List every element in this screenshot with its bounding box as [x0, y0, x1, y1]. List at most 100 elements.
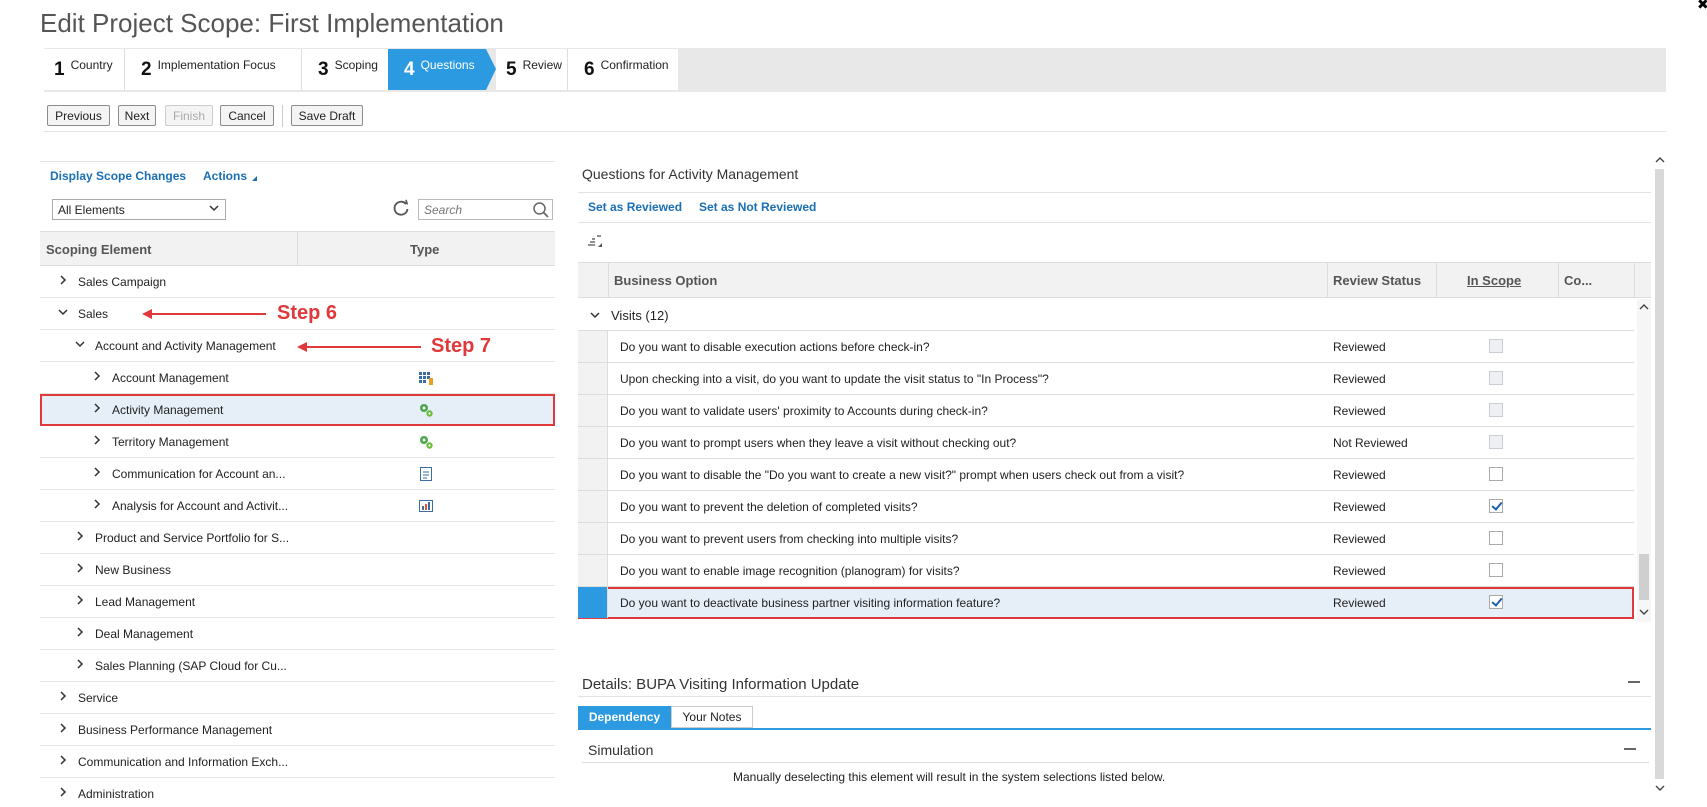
previous-button[interactable]: Previous [47, 105, 110, 126]
row-selector[interactable] [578, 491, 608, 522]
collapse-icon[interactable] [1624, 748, 1636, 750]
tree-row[interactable]: Lead Management [40, 586, 555, 618]
question-row[interactable]: Do you want to prevent the deletion of c… [578, 491, 1634, 523]
in-scope-checkbox[interactable] [1489, 499, 1503, 513]
chevron-right-icon[interactable] [75, 659, 85, 669]
scroll-thumb[interactable] [1639, 554, 1649, 600]
question-text: Do you want to disable the "Do you want … [620, 468, 1185, 482]
set-as-not-reviewed-link[interactable]: Set as Not Reviewed [699, 200, 816, 214]
wizard-step-review[interactable]: 5 Review [496, 49, 567, 90]
set-as-reviewed-link[interactable]: Set as Reviewed [588, 200, 682, 214]
tree-row[interactable]: Sales Campaign [40, 266, 555, 298]
tree-row[interactable]: Account Management [40, 362, 555, 394]
search-field[interactable] [418, 199, 553, 220]
tree-row[interactable]: Deal Management [40, 618, 555, 650]
col-header-comments[interactable]: Co... [1564, 273, 1592, 288]
tree-row[interactable]: Business Performance Management [40, 714, 555, 746]
chevron-right-icon[interactable] [58, 755, 68, 765]
close-icon[interactable]: ✖ [1697, 0, 1707, 13]
in-scope-checkbox[interactable] [1489, 563, 1503, 577]
question-row[interactable]: Do you want to disable the "Do you want … [578, 459, 1634, 491]
row-selector[interactable] [578, 331, 608, 362]
tree-row[interactable]: Analysis for Account and Activit... [40, 490, 555, 522]
scroll-down-icon[interactable] [1655, 783, 1665, 793]
tab-dependency[interactable]: Dependency [578, 706, 671, 728]
tree-row[interactable]: Administration [40, 778, 555, 807]
tree-row[interactable]: Activity Management [40, 394, 555, 426]
row-selector[interactable] [578, 459, 608, 490]
tree-row[interactable]: Communication and Information Exch... [40, 746, 555, 778]
tree-row[interactable]: Communication for Account an... [40, 458, 555, 490]
cancel-button[interactable]: Cancel [220, 105, 274, 126]
question-row[interactable]: Upon checking into a visit, do you want … [578, 363, 1634, 395]
chevron-right-icon[interactable] [75, 627, 85, 637]
col-header-scoping-element[interactable]: Scoping Element [46, 242, 151, 257]
question-row[interactable]: Do you want to enable image recognition … [578, 555, 1634, 587]
col-header-in-scope[interactable]: In Scope [1467, 273, 1521, 288]
chevron-right-icon[interactable] [58, 787, 68, 797]
next-button[interactable]: Next [118, 105, 156, 126]
review-status: Reviewed [1333, 532, 1386, 546]
tree-row[interactable]: Product and Service Portfolio for S... [40, 522, 555, 554]
chevron-right-icon[interactable] [75, 563, 85, 573]
tree-row[interactable]: Sales Planning (SAP Cloud for Cu... [40, 650, 555, 682]
chevron-right-icon[interactable] [92, 435, 102, 445]
wizard-step-implementation-focus[interactable]: 2 Implementation Focus [125, 49, 301, 90]
scroll-up-icon[interactable] [1655, 155, 1665, 165]
chevron-down-icon[interactable] [58, 307, 68, 317]
chevron-right-icon[interactable] [92, 467, 102, 477]
element-filter-select[interactable]: All Elements [52, 199, 226, 220]
row-selector[interactable] [578, 427, 608, 458]
col-header-type[interactable]: Type [410, 242, 439, 257]
group-row-visits[interactable]: Visits (12) [578, 299, 1634, 331]
chevron-right-icon[interactable] [92, 499, 102, 509]
in-scope-checkbox[interactable] [1489, 531, 1503, 545]
chevron-down-icon[interactable] [75, 339, 85, 349]
finish-button[interactable]: Finish [165, 105, 213, 126]
search-icon[interactable] [532, 201, 550, 219]
in-scope-checkbox[interactable] [1489, 467, 1503, 481]
tree-row[interactable]: Territory Management [40, 426, 555, 458]
question-row[interactable]: Do you want to prompt users when they le… [578, 427, 1634, 459]
question-row[interactable]: Do you want to disable execution actions… [578, 331, 1634, 363]
scroll-thumb[interactable] [1655, 169, 1664, 779]
in-scope-checkbox [1489, 403, 1503, 417]
col-header-business-option[interactable]: Business Option [614, 273, 717, 288]
scroll-down-icon[interactable] [1639, 607, 1649, 617]
row-selector[interactable] [578, 395, 608, 426]
wizard-step-scoping[interactable]: 3 Scoping [302, 49, 388, 90]
row-selector[interactable] [578, 523, 608, 554]
refresh-icon[interactable] [391, 198, 411, 218]
question-row[interactable]: Do you want to validate users' proximity… [578, 395, 1634, 427]
wizard-step-country[interactable]: 1 Country [44, 49, 124, 90]
collapse-icon[interactable] [1628, 681, 1640, 683]
display-scope-changes-link[interactable]: Display Scope Changes [50, 169, 186, 183]
chevron-right-icon[interactable] [92, 371, 102, 381]
save-draft-button[interactable]: Save Draft [291, 105, 363, 126]
tree-row[interactable]: New Business [40, 554, 555, 586]
table-scrollbar[interactable] [1637, 299, 1651, 622]
row-selector[interactable] [578, 587, 608, 618]
wizard-step-confirmation[interactable]: 6 Confirmation [568, 49, 678, 90]
col-header-review-status[interactable]: Review Status [1333, 273, 1421, 288]
question-row[interactable]: Do you want to prevent users from checki… [578, 523, 1634, 555]
chevron-right-icon[interactable] [58, 723, 68, 733]
search-input[interactable] [419, 200, 527, 219]
tab-your-notes[interactable]: Your Notes [671, 706, 753, 728]
chevron-right-icon[interactable] [92, 403, 102, 413]
chevron-right-icon[interactable] [75, 595, 85, 605]
actions-menu[interactable]: Actions [203, 169, 247, 183]
chevron-right-icon[interactable] [58, 275, 68, 285]
chevron-right-icon[interactable] [58, 691, 68, 701]
page-scrollbar[interactable] [1655, 155, 1665, 805]
row-selector[interactable] [578, 555, 608, 586]
row-selector[interactable] [578, 363, 608, 394]
tree-row[interactable]: Service [40, 682, 555, 714]
question-row[interactable]: Do you want to deactivate business partn… [578, 587, 1634, 619]
chevron-down-icon[interactable] [590, 310, 600, 320]
scroll-up-icon[interactable] [1639, 302, 1649, 312]
in-scope-checkbox[interactable] [1489, 595, 1503, 609]
sort-icon[interactable] [586, 233, 606, 249]
chevron-right-icon[interactable] [75, 531, 85, 541]
wizard-step-questions[interactable]: 4 Questions [388, 49, 486, 90]
